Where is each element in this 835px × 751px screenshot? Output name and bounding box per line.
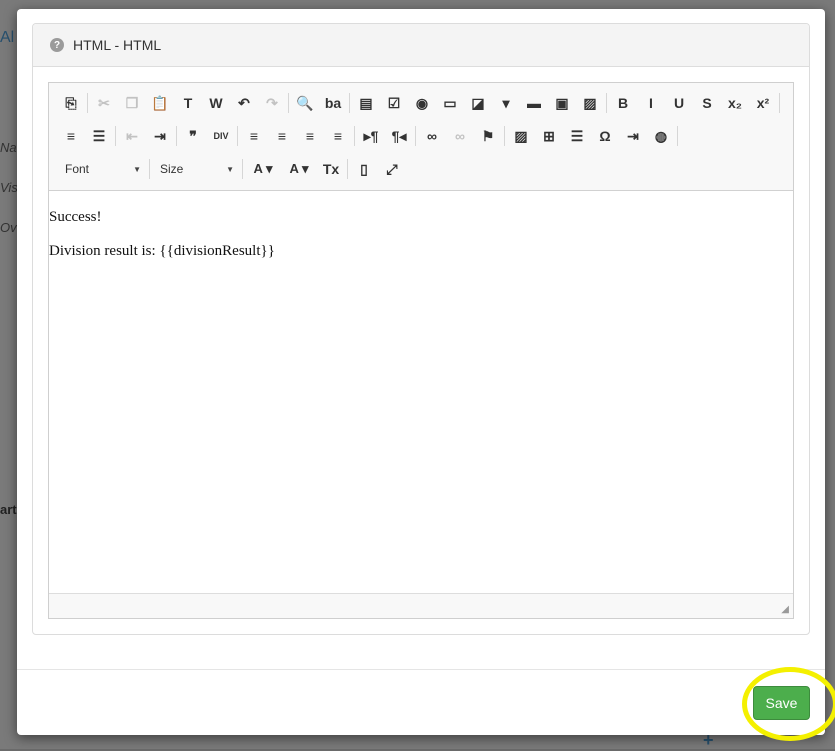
toolbar-separator bbox=[242, 159, 243, 179]
bold-icon[interactable]: B bbox=[609, 91, 637, 115]
button-icon[interactable]: ▬ bbox=[520, 91, 548, 115]
subscript-icon[interactable]: x₂ bbox=[721, 91, 749, 115]
toolbar-separator bbox=[606, 93, 607, 113]
toolbar-row-1: ⎘ ✂ ❐ 📋 T W ↶ ↷ 🔍 ba ▤ ☑ ◉ ▭ ◪ ▾ ▬ ▣ ▨ B I U Sx₂ x² bbox=[57, 90, 782, 116]
background-fragment: art bbox=[0, 502, 17, 517]
font-label: Font bbox=[65, 162, 90, 176]
page-break-icon[interactable]: ⇥ bbox=[619, 124, 647, 148]
help-icon[interactable]: ? bbox=[50, 38, 64, 52]
panel-header: ? HTML - HTML bbox=[33, 24, 809, 67]
size-dropdown[interactable]: Size ▼ bbox=[152, 158, 240, 180]
modal-footer-divider bbox=[17, 669, 825, 670]
background-fragment: Al bbox=[0, 29, 15, 46]
blockquote-icon[interactable]: ❞ bbox=[179, 124, 207, 148]
editor-panel: ? HTML - HTML ⎘ ✂ ❐ 📋 T W ↶ ↷ 🔍 ba ▤ ☑ ◉ ▭ ◪ ▾ ▬ ▣ ▨ B I U Sx₂… bbox=[32, 23, 810, 635]
anchor-icon[interactable]: ⚑ bbox=[474, 124, 502, 148]
toolbar-separator bbox=[347, 159, 348, 179]
editor-toolbar: ⎘ ✂ ❐ 📋 T W ↶ ↷ 🔍 ba ▤ ☑ ◉ ▭ ◪ ▾ ▬ ▣ ▨ B I U Sx₂ x² ≡ ☰ ⇤ ⇥ ❞ DIV ≡ ≡ ≡… bbox=[49, 83, 793, 191]
paste-word-icon[interactable]: W bbox=[202, 91, 230, 115]
toolbar-separator bbox=[176, 126, 177, 146]
indent-icon[interactable]: ⇥ bbox=[146, 124, 174, 148]
align-left-icon[interactable]: ≡ bbox=[240, 124, 268, 148]
checkbox-icon[interactable]: ☑ bbox=[380, 91, 408, 115]
strike-icon[interactable]: S bbox=[693, 91, 721, 115]
replace-icon[interactable]: ba bbox=[319, 91, 347, 115]
radio-icon[interactable]: ◉ bbox=[408, 91, 436, 115]
align-center-icon[interactable]: ≡ bbox=[268, 124, 296, 148]
editor-content-area[interactable]: Success! Division result is: {{divisionR… bbox=[49, 191, 793, 268]
justify-icon[interactable]: ≡ bbox=[324, 124, 352, 148]
rtl-icon[interactable]: ¶◂ bbox=[385, 124, 413, 148]
outdent-icon[interactable]: ⇤ bbox=[118, 124, 146, 148]
toolbar-row-3: Font ▼ Size ▼ A ▾ A ▾ Tx ▯ ⤢ bbox=[57, 156, 406, 182]
toolbar-separator bbox=[149, 159, 150, 179]
background-fragment: Vis bbox=[0, 180, 18, 195]
toolbar-separator bbox=[288, 93, 289, 113]
toolbar-separator bbox=[87, 93, 88, 113]
paste-text-icon[interactable]: T bbox=[174, 91, 202, 115]
templates-icon[interactable]: ▯ bbox=[350, 157, 378, 181]
toolbar-separator bbox=[779, 93, 780, 113]
div-icon[interactable]: DIV bbox=[207, 124, 235, 148]
undo-icon[interactable]: ↶ bbox=[230, 91, 258, 115]
bulleted-list-icon[interactable]: ☰ bbox=[85, 124, 113, 148]
toolbar-separator bbox=[504, 126, 505, 146]
image-button-icon[interactable]: ▣ bbox=[548, 91, 576, 115]
find-icon[interactable]: 🔍 bbox=[291, 91, 319, 115]
toolbar-separator bbox=[677, 126, 678, 146]
numbered-list-icon[interactable]: ≡ bbox=[57, 124, 85, 148]
content-line: Division result is: {{divisionResult}} bbox=[49, 243, 275, 259]
text-color-icon[interactable]: A ▾ bbox=[245, 157, 281, 181]
redo-icon[interactable]: ↷ bbox=[258, 91, 286, 115]
ltr-icon[interactable]: ▸¶ bbox=[357, 124, 385, 148]
iframe-icon[interactable]: ◍ bbox=[647, 124, 675, 148]
source-icon[interactable]: ⎘ bbox=[57, 91, 85, 115]
textfield-icon[interactable]: ▭ bbox=[436, 91, 464, 115]
html-editor-modal: ? HTML - HTML ⎘ ✂ ❐ 📋 T W ↶ ↷ 🔍 ba ▤ ☑ ◉ ▭ ◪ ▾ ▬ ▣ ▨ B I U Sx₂… bbox=[17, 9, 835, 741]
remove-format-icon[interactable]: Tx bbox=[317, 157, 345, 181]
italic-icon[interactable]: I bbox=[637, 91, 665, 115]
link-icon[interactable]: ∞ bbox=[418, 124, 446, 148]
panel-title: HTML - HTML bbox=[73, 37, 162, 53]
cut-icon[interactable]: ✂ bbox=[90, 91, 118, 115]
rich-text-editor: ⎘ ✂ ❐ 📋 T W ↶ ↷ 🔍 ba ▤ ☑ ◉ ▭ ◪ ▾ ▬ ▣ ▨ B I U Sx₂ x² ≡ ☰ ⇤ ⇥ ❞ DIV ≡ ≡ ≡… bbox=[48, 82, 794, 619]
chevron-down-icon: ▼ bbox=[226, 164, 234, 174]
chevron-down-icon: ▼ bbox=[133, 164, 141, 174]
background-fragment: Ov bbox=[0, 220, 17, 235]
unlink-icon[interactable]: ∞ bbox=[446, 124, 474, 148]
table-icon[interactable]: ⊞ bbox=[535, 124, 563, 148]
toolbar-separator bbox=[415, 126, 416, 146]
size-label: Size bbox=[160, 162, 184, 176]
maximize-icon[interactable]: ⤢ bbox=[378, 157, 406, 181]
toolbar-separator bbox=[354, 126, 355, 146]
font-dropdown[interactable]: Font ▼ bbox=[57, 158, 147, 180]
content-line: Success! bbox=[49, 209, 102, 225]
select-icon[interactable]: ▾ bbox=[492, 91, 520, 115]
copy-icon[interactable]: ❐ bbox=[118, 91, 146, 115]
hidden-field-icon[interactable]: ▨ bbox=[576, 91, 604, 115]
align-right-icon[interactable]: ≡ bbox=[296, 124, 324, 148]
image-icon[interactable]: ▨ bbox=[507, 124, 535, 148]
horizontal-rule-icon[interactable]: ☰ bbox=[563, 124, 591, 148]
superscript-icon[interactable]: x² bbox=[749, 91, 777, 115]
toolbar-row-2: ≡ ☰ ⇤ ⇥ ❞ DIV ≡ ≡ ≡ ≡ ▸¶ ¶◂ ∞ ∞ ⚑ ▨ ⊞ ☰ Ω ⇥ ◍ bbox=[57, 123, 680, 149]
save-button[interactable]: Save bbox=[753, 686, 810, 720]
toolbar-separator bbox=[115, 126, 116, 146]
form-icon[interactable]: ▤ bbox=[352, 91, 380, 115]
textarea-icon[interactable]: ◪ bbox=[464, 91, 492, 115]
toolbar-separator bbox=[349, 93, 350, 113]
toolbar-separator bbox=[237, 126, 238, 146]
special-char-icon[interactable]: Ω bbox=[591, 124, 619, 148]
editor-status-bar: ◢ bbox=[49, 593, 793, 618]
resize-handle-icon[interactable]: ◢ bbox=[781, 604, 789, 615]
bg-color-icon[interactable]: A ▾ bbox=[281, 157, 317, 181]
paste-icon[interactable]: 📋 bbox=[146, 91, 174, 115]
background-fragment: Na bbox=[0, 140, 17, 155]
underline-icon[interactable]: U bbox=[665, 91, 693, 115]
